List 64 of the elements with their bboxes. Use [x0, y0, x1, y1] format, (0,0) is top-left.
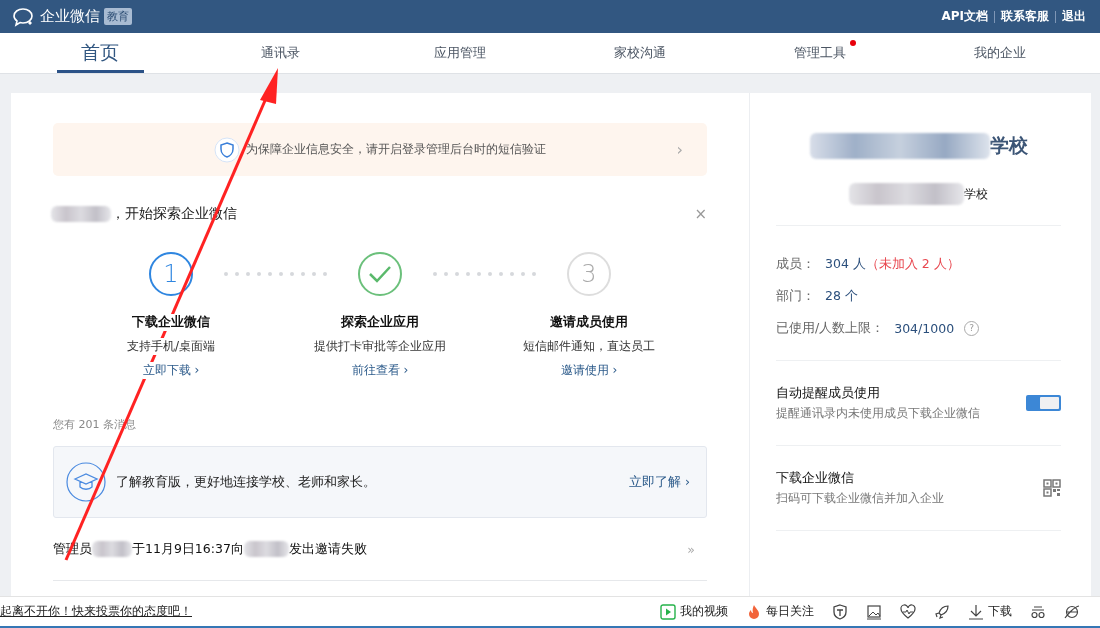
glasses-icon[interactable]	[1030, 603, 1046, 620]
browser-icon[interactable]	[1064, 603, 1080, 620]
step-description: 短信邮件通知，直达员工	[521, 338, 657, 355]
organization-subname: 学校	[964, 185, 988, 203]
step-description: 支持手机/桌面端	[124, 338, 217, 355]
message-text: 发出邀请失败	[288, 540, 367, 558]
step-title: 下载企业微信	[132, 314, 210, 331]
nav-tab[interactable]: 家校沟通	[550, 33, 730, 73]
rocket-icon[interactable]	[934, 603, 950, 620]
toolbar-button[interactable]: 每日关注	[746, 603, 814, 620]
step-title: 探索企业应用	[341, 314, 419, 331]
play-icon	[660, 603, 676, 620]
security-banner[interactable]: 为保障企业信息安全，请开启登录管理后台时的短信验证 ›	[53, 123, 707, 176]
nav-tab[interactable]: 管理工具	[730, 33, 910, 73]
nav-tab[interactable]: 应用管理	[370, 33, 550, 73]
stat-label: 成员：	[776, 255, 815, 273]
step-link[interactable]: 前往查看 ›	[351, 362, 409, 379]
nav-tab[interactable]: 我的企业	[910, 33, 1090, 73]
step-number: 1	[149, 252, 193, 296]
image-icon[interactable]	[866, 603, 882, 620]
organization-name: 学校	[989, 133, 1028, 158]
toolbar-button[interactable]: 我的视频	[660, 603, 728, 620]
edition-badge: 教育	[104, 8, 132, 25]
logo-text: 企业微信	[40, 7, 100, 26]
chat-bubble-icon	[12, 6, 36, 27]
step-title: 邀请成员使用	[550, 314, 628, 331]
setting-title: 下载企业微信	[776, 469, 855, 487]
heartbeat-icon[interactable]	[900, 603, 916, 620]
setting-description: 扫码可下载企业微信并加入企业	[776, 489, 945, 507]
flame-icon	[746, 603, 762, 620]
shield-icon[interactable]	[832, 603, 848, 620]
stat-value: 304 人	[825, 255, 866, 273]
step-description: 提供打卡审批等企业应用	[312, 338, 448, 355]
header-link[interactable]: 退出	[1056, 8, 1092, 25]
learn-more-link[interactable]: 立即了解 ›	[629, 473, 690, 491]
nav-tab[interactable]: 首页	[10, 33, 190, 73]
news-link[interactable]: 起离不开你！快来投票你的态度吧！	[0, 603, 192, 620]
redacted-text	[243, 541, 289, 557]
banner-text: 为保障企业信息安全，请开启登录管理后台时的短信验证	[246, 141, 546, 158]
promo-text: 了解教育版，更好地连接学校、老师和家长。	[116, 473, 376, 491]
download-icon	[968, 603, 984, 620]
step-done-icon	[358, 252, 402, 296]
graduation-cap-icon	[66, 462, 106, 502]
header-link[interactable]: API文档	[935, 8, 994, 25]
step-link[interactable]: 邀请使用 ›	[560, 362, 618, 379]
step-link[interactable]: 立即下载 ›	[142, 362, 200, 379]
setting-title: 自动提醒成员使用	[776, 384, 881, 402]
stat-value: 304/1000	[894, 320, 955, 336]
message-text: 于11月9日16:37向	[132, 540, 244, 558]
step-number: 3	[567, 252, 611, 296]
qr-code-icon	[1043, 479, 1061, 497]
toggle-switch[interactable]	[1026, 395, 1061, 411]
redacted-text	[92, 541, 132, 557]
header-link[interactable]: 联系客服	[995, 8, 1055, 25]
toolbar-button[interactable]: 下载	[968, 603, 1012, 620]
setting-description: 提醒通讯录内未使用成员下载企业微信	[776, 404, 981, 422]
redacted-text	[51, 206, 111, 222]
chevron-icon: ›	[676, 140, 683, 159]
stat-value: 28 个	[825, 287, 858, 305]
nav-tab[interactable]: 通讯录	[190, 33, 370, 73]
stat-label: 已使用/人数上限：	[776, 319, 885, 337]
stat-label: 部门：	[776, 287, 815, 305]
shield-icon	[214, 136, 240, 163]
stat-warning: （未加入 2 人）	[865, 255, 960, 273]
